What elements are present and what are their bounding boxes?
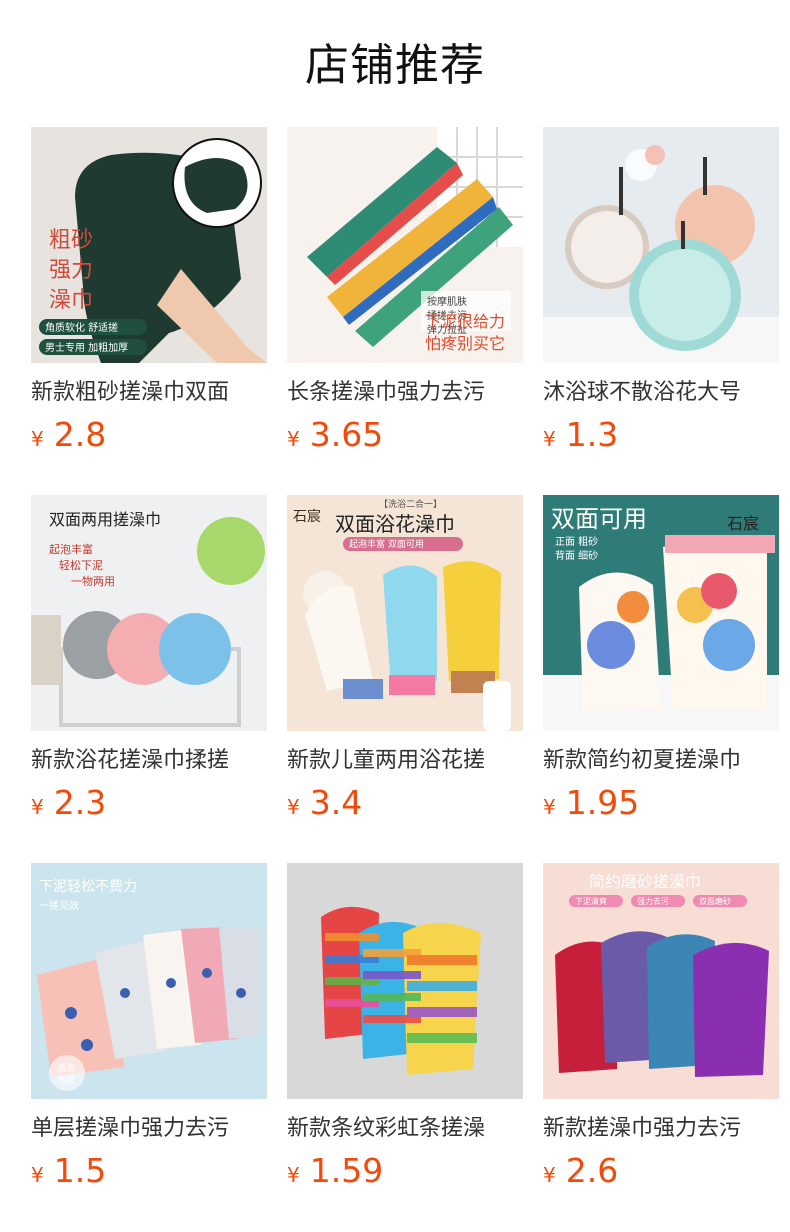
svg-text:角质软化 舒适搓: 角质软化 舒适搓 [45, 321, 118, 334]
product-price: ¥ 2.3 [31, 783, 106, 827]
product-image-art: 简约磨砂搓澡巾 下泥清爽 强力去污 双面磨砂 [543, 863, 779, 1099]
svg-text:背面 细砂: 背面 细砂 [555, 549, 598, 562]
svg-text:一搓见效: 一搓见效 [39, 899, 79, 912]
price-amount: 1.59 [309, 1151, 384, 1190]
product-price: ¥ 3.4 [287, 783, 362, 827]
currency-symbol: ¥ [287, 1163, 300, 1187]
product-name[interactable]: 单层搓澡巾强力去污 [31, 1111, 267, 1147]
product-card[interactable]: 双面两用搓澡巾 起泡丰富 轻松下泥 一物两用 新款浴花搓澡巾揉搓 ¥ 2.3 [31, 495, 267, 863]
product-name[interactable]: 长条搓澡巾强力去污 [287, 375, 523, 411]
product-card[interactable]: 下泥轻松不费力 一搓见效 清洁 角质 单层搓澡巾强力去污 ¥ 1.5 [31, 863, 267, 1231]
svg-text:石宸: 石宸 [727, 514, 759, 533]
product-card[interactable]: 粗砂 强力 澡巾 角质软化 舒适搓 男士专用 加粗加厚 新款粗砂搓澡巾双面 ¥ … [31, 127, 267, 495]
currency-symbol: ¥ [543, 1163, 556, 1187]
currency-symbol: ¥ [31, 795, 44, 819]
svg-text:简约磨砂搓澡巾: 简约磨砂搓澡巾 [589, 872, 701, 891]
product-card[interactable]: 双面可用 石宸 正面 粗砂 背面 细砂 新款简约初夏搓澡巾 ¥ 1.95 [543, 495, 779, 863]
product-image-art: 双面可用 石宸 正面 粗砂 背面 细砂 [543, 495, 779, 731]
product-card[interactable]: 石宸 【洗浴二合一】 双面浴花澡巾 起泡丰富 双面可用 新款儿童两用浴花搓 ¥ … [287, 495, 523, 863]
product-image[interactable] [543, 127, 779, 363]
product-name[interactable]: 新款粗砂搓澡巾双面 [31, 375, 267, 411]
svg-text:角质: 角质 [57, 1074, 75, 1086]
svg-text:男士专用 加粗加厚: 男士专用 加粗加厚 [45, 341, 128, 354]
product-name[interactable]: 新款搓澡巾强力去污 [543, 1111, 779, 1147]
price-amount: 1.5 [53, 1151, 107, 1190]
header: 店铺推荐 [0, 0, 790, 110]
currency-symbol: ¥ [31, 427, 44, 451]
currency-symbol: ¥ [287, 427, 300, 451]
svg-text:双面浴花澡巾: 双面浴花澡巾 [335, 512, 455, 536]
product-image-art [287, 863, 523, 1099]
svg-text:澡巾: 澡巾 [49, 288, 93, 313]
svg-text:双面两用搓澡巾: 双面两用搓澡巾 [49, 510, 161, 529]
product-price: ¥ 2.6 [543, 1151, 618, 1195]
price-amount: 2.6 [565, 1151, 619, 1190]
page-title: 店铺推荐 [305, 40, 485, 91]
product-name[interactable]: 新款简约初夏搓澡巾 [543, 743, 779, 779]
product-image[interactable]: 下泥轻松不费力 一搓见效 清洁 角质 [31, 863, 267, 1099]
product-name[interactable]: 新款浴花搓澡巾揉搓 [31, 743, 267, 779]
product-image[interactable]: 简约磨砂搓澡巾 下泥清爽 强力去污 双面磨砂 [543, 863, 779, 1099]
svg-text:双面可用: 双面可用 [551, 505, 647, 533]
price-amount: 1.95 [565, 783, 640, 822]
product-card[interactable]: 简约磨砂搓澡巾 下泥清爽 强力去污 双面磨砂 新款搓澡巾强力去污 ¥ 2.6 [543, 863, 779, 1231]
product-price: ¥ 1.3 [543, 415, 618, 459]
product-price: ¥ 1.95 [543, 783, 639, 827]
svg-text:起泡丰富 双面可用: 起泡丰富 双面可用 [349, 538, 424, 550]
product-name[interactable]: 新款儿童两用浴花搓 [287, 743, 523, 779]
price-amount: 2.8 [53, 415, 107, 454]
product-grid: 粗砂 强力 澡巾 角质软化 舒适搓 男士专用 加粗加厚 新款粗砂搓澡巾双面 ¥ … [31, 127, 779, 1231]
svg-text:轻松下泥: 轻松下泥 [59, 558, 103, 572]
svg-text:起泡丰富: 起泡丰富 [49, 542, 93, 556]
price-amount: 2.3 [53, 783, 107, 822]
svg-text:下泥轻松不费力: 下泥轻松不费力 [39, 879, 137, 895]
product-price: ¥ 2.8 [31, 415, 106, 459]
product-price: ¥ 1.59 [287, 1151, 383, 1195]
currency-symbol: ¥ [543, 795, 556, 819]
product-image-art: 双面两用搓澡巾 起泡丰富 轻松下泥 一物两用 [31, 495, 267, 731]
svg-text:石宸: 石宸 [293, 508, 321, 525]
product-image[interactable] [287, 863, 523, 1099]
product-card[interactable]: 沐浴球不散浴花大号 ¥ 1.3 [543, 127, 779, 495]
svg-text:清洁: 清洁 [57, 1062, 75, 1074]
product-image[interactable]: 双面两用搓澡巾 起泡丰富 轻松下泥 一物两用 [31, 495, 267, 731]
svg-text:正面 粗砂: 正面 粗砂 [555, 535, 598, 548]
product-image[interactable]: 双面可用 石宸 正面 粗砂 背面 细砂 [543, 495, 779, 731]
svg-text:下泥很给力: 下泥很给力 [425, 312, 505, 331]
svg-text:粗砂: 粗砂 [49, 228, 93, 253]
price-amount: 3.4 [309, 783, 363, 822]
product-card[interactable]: 按摩肌肤 揉搓去污 弹力拉扯 下泥很给力 怕疼别买它 长条搓澡巾强力去污 ¥ 3… [287, 127, 523, 495]
product-card[interactable]: 新款条纹彩虹条搓澡 ¥ 1.59 [287, 863, 523, 1231]
product-image[interactable]: 石宸 【洗浴二合一】 双面浴花澡巾 起泡丰富 双面可用 [287, 495, 523, 731]
product-image-art: 按摩肌肤 揉搓去污 弹力拉扯 下泥很给力 怕疼别买它 [287, 127, 523, 363]
svg-text:按摩肌肤: 按摩肌肤 [427, 295, 467, 308]
svg-text:【洗浴二合一】: 【洗浴二合一】 [379, 498, 442, 510]
svg-text:强力去污: 强力去污 [637, 896, 669, 906]
currency-symbol: ¥ [287, 795, 300, 819]
price-amount: 3.65 [309, 415, 384, 454]
product-image-art: 石宸 【洗浴二合一】 双面浴花澡巾 起泡丰富 双面可用 [287, 495, 523, 731]
currency-symbol: ¥ [31, 1163, 44, 1187]
product-image-art: 粗砂 强力 澡巾 角质软化 舒适搓 男士专用 加粗加厚 [31, 127, 267, 363]
svg-text:一物两用: 一物两用 [71, 574, 115, 588]
product-price: ¥ 1.5 [31, 1151, 106, 1195]
product-name[interactable]: 新款条纹彩虹条搓澡 [287, 1111, 523, 1147]
currency-symbol: ¥ [543, 427, 556, 451]
svg-text:怕疼别买它: 怕疼别买它 [425, 334, 505, 353]
svg-text:强力: 强力 [49, 258, 93, 283]
product-image[interactable]: 粗砂 强力 澡巾 角质软化 舒适搓 男士专用 加粗加厚 [31, 127, 267, 363]
product-price: ¥ 3.65 [287, 415, 383, 459]
svg-text:下泥清爽: 下泥清爽 [575, 896, 607, 906]
svg-text:双面磨砂: 双面磨砂 [699, 896, 731, 906]
price-amount: 1.3 [565, 415, 619, 454]
product-name[interactable]: 沐浴球不散浴花大号 [543, 375, 779, 411]
product-image-art: 下泥轻松不费力 一搓见效 清洁 角质 [31, 863, 267, 1099]
product-image-art [543, 127, 779, 363]
product-image[interactable]: 按摩肌肤 揉搓去污 弹力拉扯 下泥很给力 怕疼别买它 [287, 127, 523, 363]
